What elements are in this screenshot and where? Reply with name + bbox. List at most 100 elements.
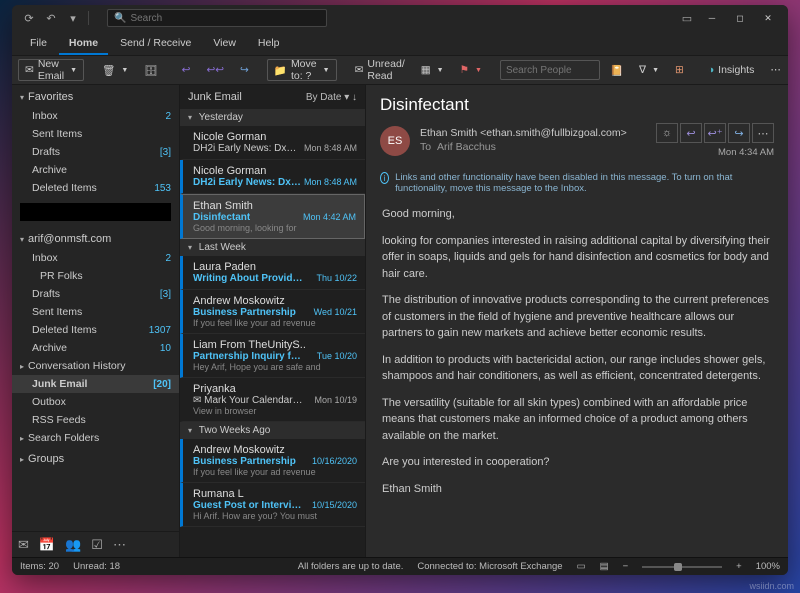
refresh-icon[interactable]: ⟳ xyxy=(18,7,40,29)
zoom-out-button[interactable]: − xyxy=(623,561,629,572)
categorize-button[interactable]: ▦▼ xyxy=(415,59,450,81)
list-group-header[interactable]: ▾ Last Week xyxy=(180,239,365,256)
body-paragraph: looking for companies interested in rais… xyxy=(382,233,772,283)
insights-button[interactable]: ◑ Insights xyxy=(702,59,761,81)
list-group-header[interactable]: ▾ Yesterday xyxy=(180,109,365,126)
people-module-icon[interactable]: 👥 xyxy=(65,537,81,553)
nav-item[interactable]: Sent Items xyxy=(12,125,179,143)
from-line: Ethan Smith <ethan.smith@fullbizgoal.com… xyxy=(420,127,646,141)
sun-icon[interactable]: ☼ xyxy=(656,123,678,143)
forward-button[interactable]: ↪ xyxy=(234,59,255,81)
status-items: Items: 20 xyxy=(20,561,59,572)
groups-header[interactable]: ▸Groups xyxy=(12,447,179,469)
watermark: wsiidn.com xyxy=(749,581,794,591)
list-group-header[interactable]: ▾ Two Weeks Ago xyxy=(180,422,365,439)
more-actions-icon[interactable]: ⋯ xyxy=(752,123,774,143)
tab-view[interactable]: View xyxy=(203,33,246,55)
search-input[interactable] xyxy=(130,13,320,24)
avatar: ES xyxy=(380,126,410,156)
nav-item[interactable]: Archive10 xyxy=(12,339,179,357)
new-email-button[interactable]: ✉ New Email ▼ xyxy=(18,59,84,81)
nav-item[interactable]: ▸Conversation History xyxy=(12,357,179,375)
nav-item[interactable]: PR Folks xyxy=(12,267,179,285)
unread-read-button[interactable]: ✉ Unread/ Read xyxy=(349,59,411,81)
chevron-down-icon[interactable]: ▼ xyxy=(70,67,77,74)
favorites-header[interactable]: ▾Favorites xyxy=(12,85,179,107)
mail-module-icon[interactable]: ✉ xyxy=(18,537,29,553)
undo-icon[interactable]: ↶ xyxy=(40,7,62,29)
address-book-button[interactable]: 📔 xyxy=(604,59,629,81)
insights-label: Insights xyxy=(718,64,754,76)
message-actions: ☼ ↩ ↩⁺ ↪ ⋯ xyxy=(656,123,774,143)
nav-item[interactable]: Archive xyxy=(12,161,179,179)
body-paragraph: The versatility (suitable for all skin t… xyxy=(382,395,772,445)
ribbon-display-options-icon[interactable]: ▭ xyxy=(676,7,698,29)
nav-item[interactable]: Drafts[3] xyxy=(12,285,179,303)
body-paragraph: In addition to products with bactericida… xyxy=(382,352,772,385)
minimize-button[interactable]: ─ xyxy=(698,7,726,29)
nav-item[interactable]: Deleted Items153 xyxy=(12,179,179,197)
message-item[interactable]: Priyanka✉ Mark Your Calendars to M..Mon … xyxy=(180,378,365,422)
zoom-slider[interactable] xyxy=(642,566,722,568)
move-to-button[interactable]: 📁 Move to: ? ▼ xyxy=(267,59,337,81)
nav-item[interactable]: Junk Email[20] xyxy=(12,375,179,393)
info-bar: i Links and other functionality have bee… xyxy=(380,172,774,194)
status-connection: Connected to: Microsoft Exchange xyxy=(417,561,562,572)
calendar-module-icon[interactable]: 📅 xyxy=(39,537,55,553)
body-paragraph: The distribution of innovative products … xyxy=(382,292,772,342)
tasks-module-icon[interactable]: ☑ xyxy=(91,537,103,553)
close-button[interactable]: ✕ xyxy=(754,7,782,29)
nav-item[interactable]: Drafts[3] xyxy=(12,143,179,161)
account-label: arif@onmsft.com xyxy=(28,233,111,245)
tab-home[interactable]: Home xyxy=(59,33,108,55)
quick-access-caret-icon[interactable]: ▾ xyxy=(62,7,84,29)
ribbon-tabs: File Home Send / Receive View Help xyxy=(12,31,788,55)
folder-title: Junk Email xyxy=(188,91,242,103)
flag-button[interactable]: ⚑▼ xyxy=(454,59,488,81)
new-email-label: New Email xyxy=(38,58,64,82)
archive-button[interactable]: 🗄 xyxy=(138,59,163,81)
status-sync: All folders are up to date. xyxy=(298,561,404,572)
search-box[interactable]: 🔍 xyxy=(107,9,327,27)
reply-icon[interactable]: ↩ xyxy=(680,123,702,143)
sort-button[interactable]: By Date ▾ ↓ xyxy=(306,92,357,103)
message-item[interactable]: Andrew MoskowitzBusiness PartnershipWed … xyxy=(180,290,365,334)
zoom-in-button[interactable]: + xyxy=(736,561,742,572)
nav-item[interactable]: Sent Items xyxy=(12,303,179,321)
message-item[interactable]: Rumana LGuest Post or Interview opp..10/… xyxy=(180,483,365,527)
message-item[interactable]: Liam From TheUnityS..Partnership Inquiry… xyxy=(180,334,365,378)
view-reading-icon[interactable]: ▤ xyxy=(600,561,609,572)
nav-item[interactable]: Deleted Items1307 xyxy=(12,321,179,339)
view-normal-icon[interactable]: ▭ xyxy=(577,561,586,572)
reply-all-button[interactable]: ↩↩ xyxy=(200,59,230,81)
account-header[interactable]: ▾arif@onmsft.com xyxy=(12,227,179,249)
tab-send-receive[interactable]: Send / Receive xyxy=(110,33,201,55)
nav-item[interactable]: RSS Feeds xyxy=(12,411,179,429)
message-item[interactable]: Ethan SmithDisinfectantMon 4:42 AMGood m… xyxy=(180,194,365,239)
mail-icon: ✉ xyxy=(25,64,34,76)
nav-item[interactable]: Inbox2 xyxy=(12,107,179,125)
message-item[interactable]: Nicole GormanDH2i Early News: DxOdysse..… xyxy=(180,160,365,194)
maximize-button[interactable]: ◻ xyxy=(726,7,754,29)
message-item[interactable]: Andrew MoskowitzBusiness Partnership10/1… xyxy=(180,439,365,483)
message-item[interactable]: Laura PadenWriting About Providing To..T… xyxy=(180,256,365,290)
status-bar: Items: 20 Unread: 18 All folders are up … xyxy=(12,557,788,575)
nav-item[interactable]: ▸Search Folders xyxy=(12,429,179,447)
zoom-value: 100% xyxy=(756,561,780,572)
nav-item[interactable]: Outbox xyxy=(12,393,179,411)
move-to-label: Move to: ? xyxy=(291,58,317,82)
message-list: Junk Email By Date ▾ ↓ ▾ YesterdayNicole… xyxy=(180,85,366,557)
add-in-button[interactable]: ⊞ xyxy=(669,59,690,81)
search-people-box[interactable] xyxy=(500,60,600,80)
forward-icon[interactable]: ↪ xyxy=(728,123,750,143)
message-item[interactable]: Nicole GormanDH2i Early News: DxOdyssey … xyxy=(180,126,365,160)
more-commands-button[interactable]: ⋯ xyxy=(764,59,787,81)
tab-help[interactable]: Help xyxy=(248,33,290,55)
filter-button[interactable]: ∇▼ xyxy=(633,59,665,81)
nav-item[interactable]: Inbox2 xyxy=(12,249,179,267)
reply-button[interactable]: ↩ xyxy=(176,59,197,81)
more-modules-icon[interactable]: ⋯ xyxy=(113,537,126,553)
tab-file[interactable]: File xyxy=(20,33,57,55)
reply-all-icon[interactable]: ↩⁺ xyxy=(704,123,726,143)
delete-button[interactable]: 🗑▼ xyxy=(96,59,134,81)
